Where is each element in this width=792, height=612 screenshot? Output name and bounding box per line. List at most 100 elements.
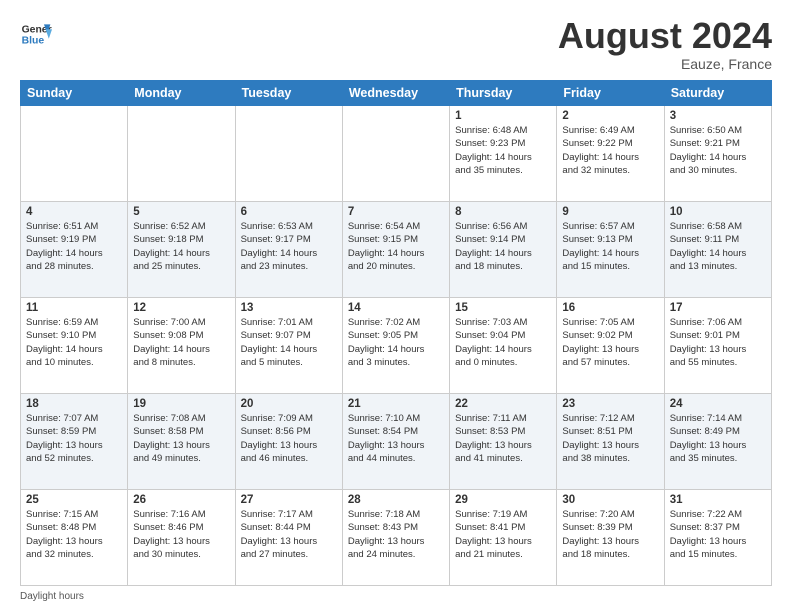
day-number: 14 [348, 302, 444, 314]
calendar-cell: 13 Sunrise: 7:01 AM Sunset: 9:07 PM Dayli… [235, 298, 342, 394]
day-number: 1 [455, 110, 551, 122]
day-number: 12 [133, 302, 229, 314]
calendar-cell: 16 Sunrise: 7:05 AM Sunset: 9:02 PM Dayli… [557, 298, 664, 394]
calendar-cell: 12Sunrise: 7:00 AM Sunset: 9:08 PM Dayli… [128, 298, 235, 394]
calendar-header-wednesday: Wednesday [342, 81, 449, 106]
calendar-week-1: 1 Sunrise: 6:48 AM Sunset: 9:23 PM Daylig… [21, 106, 772, 202]
calendar-header-thursday: Thursday [450, 81, 557, 106]
day-info: Sunrise: 6:54 AM Sunset: 9:15 PM Dayligh… [348, 220, 444, 273]
day-number: 28 [348, 494, 444, 506]
day-info: Sunrise: 6:50 AM Sunset: 9:21 PM Dayligh… [670, 124, 766, 177]
calendar-week-2: 4 Sunrise: 6:51 AM Sunset: 9:19 PM Daylig… [21, 202, 772, 298]
day-number: 8 [455, 206, 551, 218]
calendar-header-tuesday: Tuesday [235, 81, 342, 106]
day-number: 13 [241, 302, 337, 314]
daylight-label: Daylight hours [20, 591, 84, 602]
calendar-header-sunday: Sunday [21, 81, 128, 106]
day-info: Sunrise: 6:57 AM Sunset: 9:13 PM Dayligh… [562, 220, 658, 273]
day-info: Sunrise: 7:06 AM Sunset: 9:01 PM Dayligh… [670, 316, 766, 369]
calendar-cell: 10Sunrise: 6:58 AM Sunset: 9:11 PM Dayli… [664, 202, 771, 298]
day-info: Sunrise: 7:15 AM Sunset: 8:48 PM Dayligh… [26, 508, 122, 561]
day-info: Sunrise: 7:17 AM Sunset: 8:44 PM Dayligh… [241, 508, 337, 561]
calendar-cell: 7 Sunrise: 6:54 AM Sunset: 9:15 PM Daylig… [342, 202, 449, 298]
day-info: Sunrise: 7:10 AM Sunset: 8:54 PM Dayligh… [348, 412, 444, 465]
calendar-week-5: 25 Sunrise: 7:15 AM Sunset: 8:48 PM Dayli… [21, 490, 772, 586]
calendar-cell: 18 Sunrise: 7:07 AM Sunset: 8:59 PM Dayli… [21, 394, 128, 490]
calendar-week-3: 11Sunrise: 6:59 AM Sunset: 9:10 PM Dayli… [21, 298, 772, 394]
day-info: Sunrise: 7:02 AM Sunset: 9:05 PM Dayligh… [348, 316, 444, 369]
calendar-cell: 17 Sunrise: 7:06 AM Sunset: 9:01 PM Dayli… [664, 298, 771, 394]
day-info: Sunrise: 7:19 AM Sunset: 8:41 PM Dayligh… [455, 508, 551, 561]
page-header: General Blue August 2024 Eauze, France [20, 18, 772, 72]
day-number: 6 [241, 206, 337, 218]
day-info: Sunrise: 7:12 AM Sunset: 8:51 PM Dayligh… [562, 412, 658, 465]
day-info: Sunrise: 7:07 AM Sunset: 8:59 PM Dayligh… [26, 412, 122, 465]
day-info: Sunrise: 7:11 AM Sunset: 8:53 PM Dayligh… [455, 412, 551, 465]
day-number: 21 [348, 398, 444, 410]
day-info: Sunrise: 7:09 AM Sunset: 8:56 PM Dayligh… [241, 412, 337, 465]
day-number: 9 [562, 206, 658, 218]
calendar-header-row: SundayMondayTuesdayWednesdayThursdayFrid… [21, 81, 772, 106]
calendar-cell: 15Sunrise: 7:03 AM Sunset: 9:04 PM Dayli… [450, 298, 557, 394]
day-number: 7 [348, 206, 444, 218]
day-info: Sunrise: 6:56 AM Sunset: 9:14 PM Dayligh… [455, 220, 551, 273]
day-number: 26 [133, 494, 229, 506]
calendar-cell: 14 Sunrise: 7:02 AM Sunset: 9:05 PM Dayli… [342, 298, 449, 394]
day-info: Sunrise: 7:20 AM Sunset: 8:39 PM Dayligh… [562, 508, 658, 561]
day-number: 27 [241, 494, 337, 506]
calendar-cell [21, 106, 128, 202]
day-info: Sunrise: 6:53 AM Sunset: 9:17 PM Dayligh… [241, 220, 337, 273]
calendar-cell: 31 Sunrise: 7:22 AM Sunset: 8:37 PM Dayli… [664, 490, 771, 586]
day-info: Sunrise: 6:48 AM Sunset: 9:23 PM Dayligh… [455, 124, 551, 177]
title-block: August 2024 Eauze, France [558, 18, 772, 72]
calendar-week-4: 18 Sunrise: 7:07 AM Sunset: 8:59 PM Dayli… [21, 394, 772, 490]
logo-icon: General Blue [20, 18, 52, 50]
calendar-cell: 23 Sunrise: 7:12 AM Sunset: 8:51 PM Dayli… [557, 394, 664, 490]
calendar-header-friday: Friday [557, 81, 664, 106]
calendar-cell: 30 Sunrise: 7:20 AM Sunset: 8:39 PM Dayli… [557, 490, 664, 586]
day-number: 25 [26, 494, 122, 506]
day-info: Sunrise: 6:49 AM Sunset: 9:22 PM Dayligh… [562, 124, 658, 177]
day-number: 23 [562, 398, 658, 410]
day-info: Sunrise: 7:03 AM Sunset: 9:04 PM Dayligh… [455, 316, 551, 369]
calendar-cell: 8 Sunrise: 6:56 AM Sunset: 9:14 PM Daylig… [450, 202, 557, 298]
day-number: 20 [241, 398, 337, 410]
calendar-cell: 26 Sunrise: 7:16 AM Sunset: 8:46 PM Dayli… [128, 490, 235, 586]
location-label: Eauze, France [558, 56, 772, 72]
calendar-cell: 9 Sunrise: 6:57 AM Sunset: 9:13 PM Daylig… [557, 202, 664, 298]
day-number: 3 [670, 110, 766, 122]
month-year-title: August 2024 [558, 18, 772, 54]
day-info: Sunrise: 6:51 AM Sunset: 9:19 PM Dayligh… [26, 220, 122, 273]
calendar-cell: 24Sunrise: 7:14 AM Sunset: 8:49 PM Dayli… [664, 394, 771, 490]
day-info: Sunrise: 6:52 AM Sunset: 9:18 PM Dayligh… [133, 220, 229, 273]
calendar-cell: 5Sunrise: 6:52 AM Sunset: 9:18 PM Daylig… [128, 202, 235, 298]
day-info: Sunrise: 7:05 AM Sunset: 9:02 PM Dayligh… [562, 316, 658, 369]
calendar-cell [342, 106, 449, 202]
calendar-cell: 6 Sunrise: 6:53 AM Sunset: 9:17 PM Daylig… [235, 202, 342, 298]
day-info: Sunrise: 6:59 AM Sunset: 9:10 PM Dayligh… [26, 316, 122, 369]
day-number: 19 [133, 398, 229, 410]
day-number: 10 [670, 206, 766, 218]
calendar-cell: 29Sunrise: 7:19 AM Sunset: 8:41 PM Dayli… [450, 490, 557, 586]
day-number: 30 [562, 494, 658, 506]
calendar-cell [235, 106, 342, 202]
day-number: 16 [562, 302, 658, 314]
footer: Daylight hours [20, 591, 772, 602]
calendar-header-saturday: Saturday [664, 81, 771, 106]
day-info: Sunrise: 7:22 AM Sunset: 8:37 PM Dayligh… [670, 508, 766, 561]
day-number: 24 [670, 398, 766, 410]
calendar-cell: 22Sunrise: 7:11 AM Sunset: 8:53 PM Dayli… [450, 394, 557, 490]
day-info: Sunrise: 7:01 AM Sunset: 9:07 PM Dayligh… [241, 316, 337, 369]
calendar-cell: 1 Sunrise: 6:48 AM Sunset: 9:23 PM Daylig… [450, 106, 557, 202]
calendar-cell: 2 Sunrise: 6:49 AM Sunset: 9:22 PM Daylig… [557, 106, 664, 202]
calendar-cell: 25 Sunrise: 7:15 AM Sunset: 8:48 PM Dayli… [21, 490, 128, 586]
day-number: 18 [26, 398, 122, 410]
day-number: 2 [562, 110, 658, 122]
day-number: 31 [670, 494, 766, 506]
calendar-cell: 4 Sunrise: 6:51 AM Sunset: 9:19 PM Daylig… [21, 202, 128, 298]
calendar-cell [128, 106, 235, 202]
day-number: 4 [26, 206, 122, 218]
day-number: 17 [670, 302, 766, 314]
day-info: Sunrise: 7:18 AM Sunset: 8:43 PM Dayligh… [348, 508, 444, 561]
day-info: Sunrise: 7:16 AM Sunset: 8:46 PM Dayligh… [133, 508, 229, 561]
